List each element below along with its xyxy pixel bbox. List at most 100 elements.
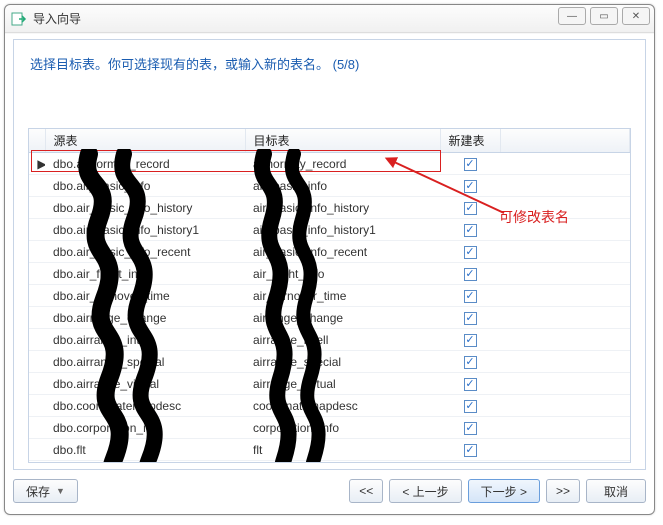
window-controls: — ▭ ✕ bbox=[558, 7, 650, 25]
table-row[interactable]: dbo.air_flight_infoair_flight_info bbox=[29, 263, 630, 285]
last-button[interactable]: >> bbox=[546, 479, 580, 503]
newtable-checkbox[interactable] bbox=[464, 334, 477, 347]
source-cell[interactable]: dbo.airrange_virtual bbox=[45, 373, 245, 395]
spacer-cell bbox=[500, 439, 630, 461]
table-row[interactable]: dbo.air_basic_infoair_basic_info bbox=[29, 175, 630, 197]
target-cell[interactable]: air_basic_info_history1 bbox=[245, 219, 440, 241]
source-column-header[interactable]: 源表 bbox=[45, 129, 245, 153]
table-row[interactable]: dbo.airrange_changeairrange_change bbox=[29, 307, 630, 329]
spacer-cell bbox=[500, 417, 630, 439]
target-cell[interactable]: flt bbox=[245, 439, 440, 461]
target-cell[interactable]: coordinatemapdesc bbox=[245, 395, 440, 417]
row-marker bbox=[29, 241, 45, 263]
source-cell[interactable]: dbo.air_flight_info bbox=[45, 263, 245, 285]
footer-bar: 保存 ▼ << < 上一步 下一步 > >> 取消 bbox=[13, 476, 646, 506]
save-dropdown[interactable]: 保存 ▼ bbox=[13, 479, 78, 503]
spacer-cell bbox=[500, 219, 630, 241]
target-cell[interactable]: airrange_intell bbox=[245, 329, 440, 351]
target-cell[interactable]: abnormity_record bbox=[245, 153, 440, 175]
target-cell[interactable]: corporation_info bbox=[245, 417, 440, 439]
newtable-cell bbox=[440, 417, 500, 439]
newtable-checkbox[interactable] bbox=[464, 180, 477, 193]
source-cell[interactable]: dbo.corporation_info bbox=[45, 417, 245, 439]
source-cell[interactable]: dbo.air_basic_info_history bbox=[45, 197, 245, 219]
mapping-table: 源表 目标表 新建表 ▶dbo.abnormity_recordabnormit… bbox=[29, 129, 630, 461]
source-cell[interactable]: dbo.airrange_intell bbox=[45, 329, 245, 351]
newtable-checkbox[interactable] bbox=[464, 400, 477, 413]
newtable-checkbox[interactable] bbox=[464, 202, 477, 215]
target-cell[interactable]: air_flight_info bbox=[245, 263, 440, 285]
source-cell[interactable]: dbo.air_basic_info bbox=[45, 175, 245, 197]
target-cell[interactable]: air_turnover_time bbox=[245, 285, 440, 307]
newtable-checkbox[interactable] bbox=[464, 290, 477, 303]
target-cell[interactable]: airrange_virtual bbox=[245, 373, 440, 395]
save-button-label: 保存 bbox=[26, 483, 50, 500]
newtable-checkbox[interactable] bbox=[464, 158, 477, 171]
target-cell[interactable]: air_basic_info_recent bbox=[245, 241, 440, 263]
table-row[interactable]: dbo.air_basic_info_recentair_basic_info_… bbox=[29, 241, 630, 263]
table-row[interactable]: dbo.coordinatemapdesccoordinatemapdesc bbox=[29, 395, 630, 417]
source-cell[interactable]: dbo.airrange_change bbox=[45, 307, 245, 329]
row-marker: ▶ bbox=[29, 153, 45, 175]
spacer-cell bbox=[500, 351, 630, 373]
table-row[interactable]: dbo.airrange_intellairrange_intell bbox=[29, 329, 630, 351]
newtable-cell bbox=[440, 307, 500, 329]
source-cell[interactable]: dbo.air_turnover_time bbox=[45, 285, 245, 307]
table-row[interactable]: dbo.fltflt bbox=[29, 439, 630, 461]
newtable-cell bbox=[440, 285, 500, 307]
newtable-checkbox[interactable] bbox=[464, 224, 477, 237]
table-row[interactable]: dbo.airrange_virtualairrange_virtual bbox=[29, 373, 630, 395]
first-button[interactable]: << bbox=[349, 479, 383, 503]
row-marker bbox=[29, 395, 45, 417]
newtable-checkbox[interactable] bbox=[464, 422, 477, 435]
source-cell[interactable]: dbo.flt bbox=[45, 439, 245, 461]
next-button[interactable]: 下一步 > bbox=[468, 479, 540, 503]
newtable-cell bbox=[440, 219, 500, 241]
row-marker bbox=[29, 329, 45, 351]
newtable-checkbox[interactable] bbox=[464, 246, 477, 259]
target-cell[interactable]: air_basic_info_history bbox=[245, 197, 440, 219]
table-header-row: 源表 目标表 新建表 bbox=[29, 129, 630, 153]
table-row[interactable]: dbo.air_basic_info_historyair_basic_info… bbox=[29, 197, 630, 219]
table-row[interactable]: ▶dbo.abnormity_recordabnormity_record bbox=[29, 153, 630, 175]
source-cell[interactable]: dbo.air_basic_info_history1 bbox=[45, 219, 245, 241]
source-cell[interactable]: dbo.air_basic_info_recent bbox=[45, 241, 245, 263]
nav-buttons: << < 上一步 下一步 > >> 取消 bbox=[343, 479, 646, 503]
newtable-checkbox[interactable] bbox=[464, 444, 477, 457]
close-button[interactable]: ✕ bbox=[622, 7, 650, 25]
cancel-button[interactable]: 取消 bbox=[586, 479, 646, 503]
newtable-column-header[interactable]: 新建表 bbox=[440, 129, 500, 153]
source-cell[interactable]: dbo.airrange_special bbox=[45, 351, 245, 373]
spacer-cell bbox=[500, 153, 630, 175]
newtable-checkbox[interactable] bbox=[464, 378, 477, 391]
prev-button[interactable]: < 上一步 bbox=[389, 479, 461, 503]
target-cell[interactable]: airrange_change bbox=[245, 307, 440, 329]
window-title: 导入向导 bbox=[33, 10, 81, 27]
newtable-checkbox[interactable] bbox=[464, 268, 477, 281]
newtable-checkbox[interactable] bbox=[464, 356, 477, 369]
row-marker bbox=[29, 175, 45, 197]
target-cell[interactable]: air_basic_info bbox=[245, 175, 440, 197]
row-marker bbox=[29, 285, 45, 307]
row-marker-header bbox=[29, 129, 45, 153]
row-marker bbox=[29, 263, 45, 285]
table-row[interactable]: dbo.air_turnover_timeair_turnover_time bbox=[29, 285, 630, 307]
source-cell[interactable]: dbo.coordinatemapdesc bbox=[45, 395, 245, 417]
newtable-cell bbox=[440, 395, 500, 417]
minimize-button[interactable]: — bbox=[558, 7, 586, 25]
spacer-cell bbox=[500, 373, 630, 395]
table-row[interactable]: dbo.air_basic_info_history1air_basic_inf… bbox=[29, 219, 630, 241]
row-marker bbox=[29, 351, 45, 373]
table-row[interactable]: dbo.corporation_infocorporation_info bbox=[29, 417, 630, 439]
table-row[interactable]: dbo.airrange_specialairrange_special bbox=[29, 351, 630, 373]
newtable-cell bbox=[440, 263, 500, 285]
spacer-cell bbox=[500, 197, 630, 219]
newtable-checkbox[interactable] bbox=[464, 312, 477, 325]
target-column-header[interactable]: 目标表 bbox=[245, 129, 440, 153]
newtable-cell bbox=[440, 153, 500, 175]
maximize-button[interactable]: ▭ bbox=[590, 7, 618, 25]
spacer-cell bbox=[500, 263, 630, 285]
newtable-cell bbox=[440, 329, 500, 351]
target-cell[interactable]: airrange_special bbox=[245, 351, 440, 373]
source-cell[interactable]: dbo.abnormity_record bbox=[45, 153, 245, 175]
